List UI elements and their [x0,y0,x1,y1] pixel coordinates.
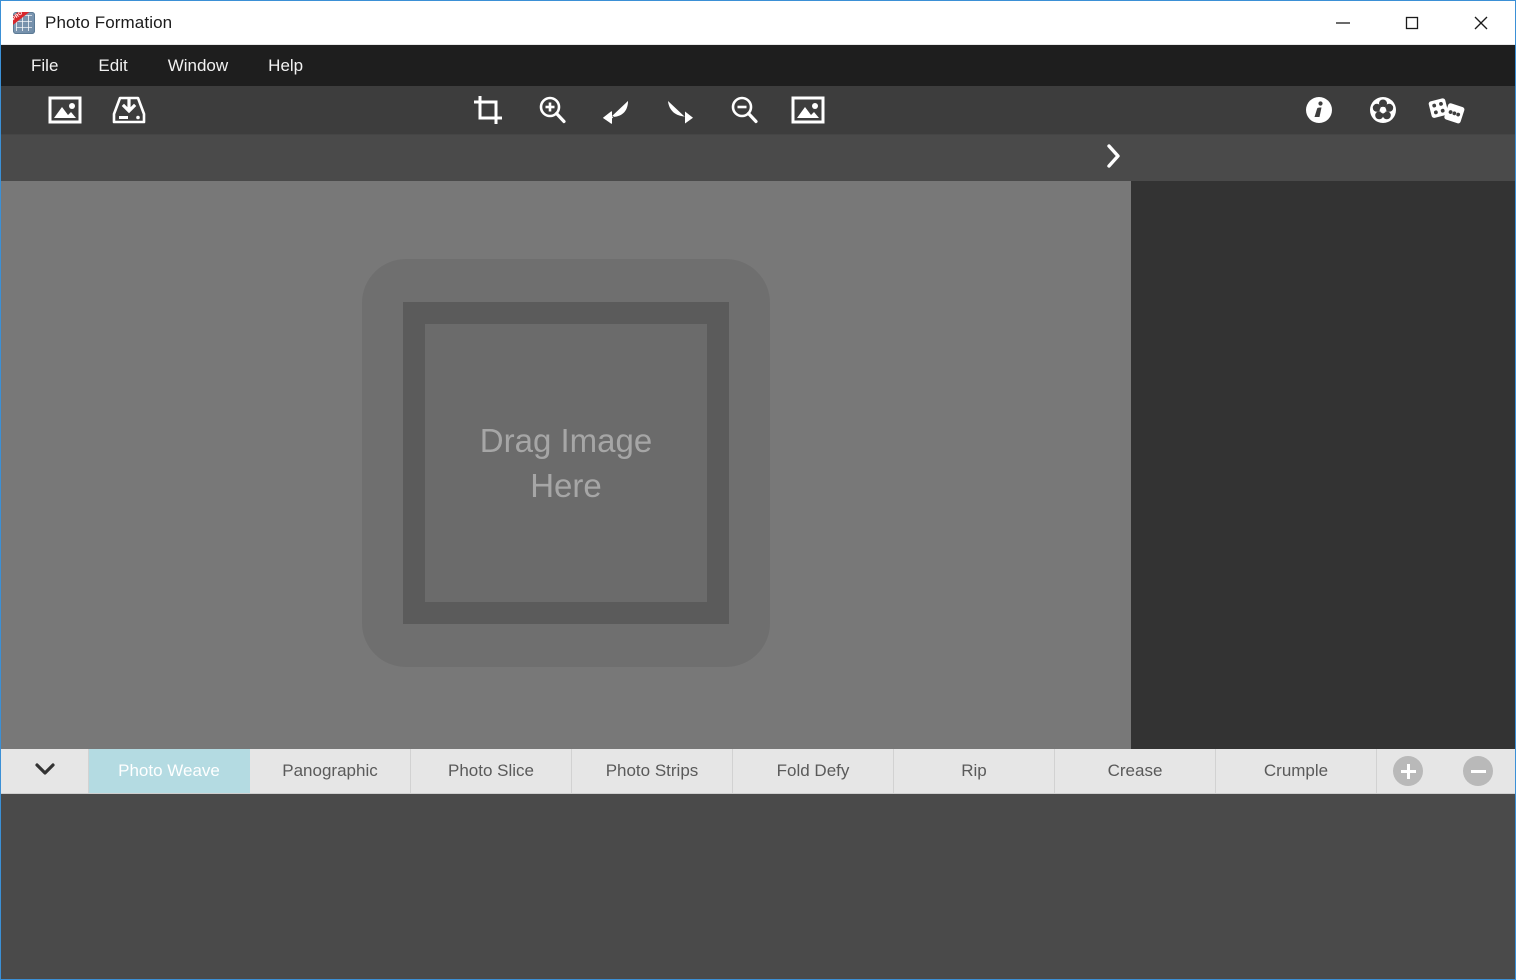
info-icon [1304,95,1334,125]
effect-tab-bar: Photo Weave Panographic Photo Slice Phot… [1,749,1515,794]
menu-bar: File Edit Window Help [1,45,1515,86]
randomize-button[interactable] [1415,86,1479,134]
effects-button[interactable] [1351,86,1415,134]
open-image-icon [48,95,82,125]
remove-tab-button[interactable] [1463,756,1493,786]
crop-icon [473,95,503,125]
dropzone-label: Drag Image Here [480,418,652,508]
randomize-dice-icon [1427,95,1467,125]
save-image-button[interactable] [97,86,161,134]
work-area: Drag Image Here [1,181,1515,749]
image-dropzone[interactable]: Drag Image Here [362,259,770,667]
crop-button[interactable] [456,86,520,134]
tab-rip[interactable]: Rip [894,749,1055,793]
menu-item-edit[interactable]: Edit [84,52,141,80]
add-tab-button[interactable] [1393,756,1423,786]
undo-button[interactable] [584,86,648,134]
fit-image-button[interactable] [776,86,840,134]
tab-crease[interactable]: Crease [1055,749,1216,793]
zoom-out-button[interactable] [712,86,776,134]
menu-item-window[interactable]: Window [154,52,242,80]
chevron-down-icon [33,759,57,784]
window-title: Photo Formation [45,12,173,32]
app-grid-pro-icon: PRO [13,11,35,34]
collapse-tabs-button[interactable] [1,749,89,793]
window-controls [1308,1,1515,44]
tab-fold-defy[interactable]: Fold Defy [733,749,894,793]
save-image-icon [112,95,146,125]
redo-icon [665,95,695,125]
tab-actions [1377,749,1515,793]
tab-panographic[interactable]: Panographic [250,749,411,793]
dropzone-frame: Drag Image Here [403,302,729,624]
toolbar [1,86,1515,134]
secondary-toolbar [1,134,1515,181]
tab-photo-slice[interactable]: Photo Slice [411,749,572,793]
redo-button[interactable] [648,86,712,134]
chevron-right-icon [1104,143,1124,174]
menu-item-file[interactable]: File [17,52,72,80]
title-bar: PRO Photo Formation [1,1,1515,45]
tab-photo-weave[interactable]: Photo Weave [89,749,250,793]
tab-crumple[interactable]: Crumple [1216,749,1377,793]
minimize-button[interactable] [1308,1,1377,44]
open-image-button[interactable] [33,86,97,134]
expand-panel-button[interactable] [1093,135,1135,182]
effects-icon [1368,95,1398,125]
maximize-button[interactable] [1377,1,1446,44]
zoom-in-icon [537,95,567,125]
zoom-in-button[interactable] [520,86,584,134]
dropzone-label-line1: Drag Image [479,422,653,459]
app-window: PRO Photo Formation File Edit Window Hel… [0,0,1516,980]
info-button[interactable] [1287,86,1351,134]
fit-image-icon [791,95,825,125]
undo-icon [601,95,631,125]
close-button[interactable] [1446,1,1515,44]
zoom-out-icon [729,95,759,125]
dropzone-label-line2: Here [530,467,602,504]
image-canvas[interactable]: Drag Image Here [1,181,1131,749]
bottom-panel [1,794,1515,979]
menu-item-help[interactable]: Help [254,52,317,80]
right-pane [1131,181,1515,749]
tab-photo-strips[interactable]: Photo Strips [572,749,733,793]
